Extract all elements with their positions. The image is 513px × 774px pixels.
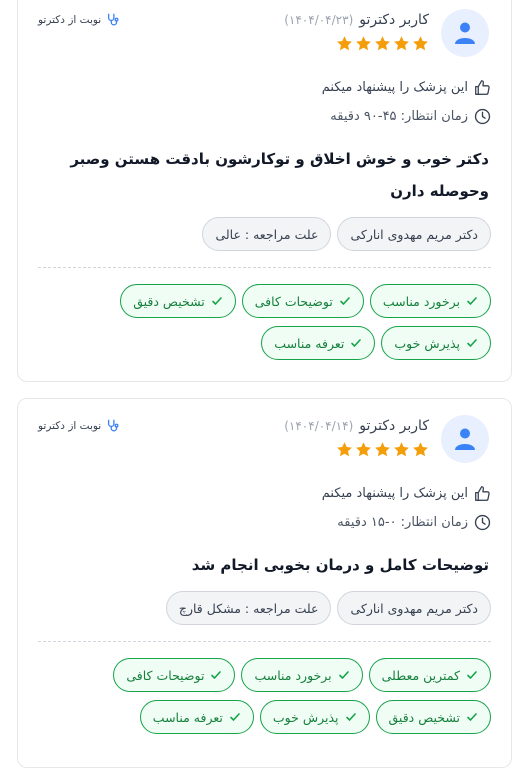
stethoscope-icon [108,419,119,432]
booking-source-label: نوبت از دکترتو [38,14,102,26]
feedback-tag-label: برخورد مناسب [382,293,460,309]
check-icon [338,671,349,680]
check-icon [467,297,477,306]
thumbs-up-icon [475,485,490,501]
check-icon [230,713,240,722]
feedback-tag: کمترین معطلی [368,658,491,692]
user-icon [455,428,475,450]
doctor-chip: دکتر مریم مهدوی انارکی [337,591,491,625]
feedback-tag-label: کمترین معطلی [381,667,460,683]
wait-time-text: زمان انتظار: ۴۵-۹۰ دقیقه [330,108,468,124]
booking-source: نوبت از دکترتو [38,13,120,27]
visit-reason-chip: علت مراجعه : مشکل قارچ [165,591,332,625]
feedback-tag: توضیحات کافی [113,658,236,692]
recommend-text: این پزشک را پیشنهاد میکنم [321,485,468,501]
feedback-tag-label: تعرفه مناسب [274,335,345,351]
feedback-tag: پذیرش خوب [259,700,370,734]
wait-time-line: زمان انتظار: ۰-۱۵ دقیقه [18,507,491,537]
reviewer-name: کاربر دکترتو [359,12,429,28]
check-icon [467,713,477,722]
wait-time-line: زمان انتظار: ۴۵-۹۰ دقیقه [18,101,491,131]
star-icon [413,442,428,457]
check-icon [467,339,477,348]
clock-icon [474,108,491,124]
feedback-tag-label: تشخیص دقیق [133,293,205,309]
thumbs-up-icon [475,79,490,95]
check-icon [211,671,222,680]
star-icon [394,442,409,457]
feedback-tag: تعرفه مناسب [261,326,376,360]
recommend-line: این پزشک را پیشنهاد میکنم [18,73,491,101]
star-icon [356,36,371,51]
booking-source-label: نوبت از دکترتو [38,420,102,432]
divider [38,267,491,268]
star-icon [337,36,352,51]
stethoscope-icon [108,13,119,26]
rating-stars [336,441,429,458]
feedback-tag-label: تعرفه مناسب [152,709,223,725]
star-icon [394,36,409,51]
feedback-tag: تشخیص دقیق [120,284,236,318]
review-date: (۱۴۰۴/۰۴/۲۳) [284,13,354,27]
visit-reason-chip: علت مراجعه : عالی [202,217,332,251]
check-icon [345,713,356,722]
check-icon [211,297,222,306]
feedback-tag-label: پذیرش خوب [272,709,339,725]
star-icon [413,36,428,51]
avatar [441,9,489,57]
review-comment: توضیحات کامل و درمان بخوبی انجام شد [191,556,489,574]
star-icon [337,442,352,457]
feedback-tag-label: توضیحات کافی [254,293,333,309]
review-comment: دکتر خوب و خوش اخلاق و توکارشون بادقت هس… [70,150,489,200]
review-card: کاربر دکترتو (۱۴۰۴/۰۴/۱۴) نوبت از دکترتو… [17,398,512,768]
feedback-tag: برخورد مناسب [241,658,363,692]
review-card: کاربر دکترتو (۱۴۰۴/۰۴/۲۳) نوبت از دکترتو… [17,0,512,382]
feedback-tag-label: توضیحات کافی [126,667,205,683]
review-date: (۱۴۰۴/۰۴/۱۴) [284,419,354,433]
user-icon [455,22,475,44]
divider [38,641,491,642]
star-icon [356,442,371,457]
feedback-tags: برخورد مناسب توضیحات کافی تشخیص دقیق پذی… [38,284,491,360]
booking-source: نوبت از دکترتو [38,419,120,433]
feedback-tag: تشخیص دقیق [375,700,491,734]
recommend-line: این پزشک را پیشنهاد میکنم [18,479,491,507]
recommend-text: این پزشک را پیشنهاد میکنم [321,79,468,95]
star-icon [375,442,390,457]
rating-stars [336,35,429,52]
feedback-tag: توضیحات کافی [241,284,364,318]
feedback-tag: برخورد مناسب [369,284,491,318]
feedback-tag-label: تشخیص دقیق [388,709,461,725]
avatar [441,415,489,463]
feedback-tags: کمترین معطلی برخورد مناسب توضیحات کافی ت… [38,658,491,734]
feedback-tag-label: پذیرش خوب [394,335,460,351]
check-icon [467,671,477,680]
star-icon [375,36,390,51]
clock-icon [474,514,491,530]
doctor-chip: دکتر مریم مهدوی انارکی [337,217,491,251]
reviewer-name: کاربر دکترتو [359,418,429,434]
check-icon [351,339,362,348]
feedback-tag: تعرفه مناسب [139,700,254,734]
check-icon [340,297,350,306]
feedback-tag: پذیرش خوب [381,326,491,360]
wait-time-text: زمان انتظار: ۰-۱۵ دقیقه [337,514,468,530]
feedback-tag-label: برخورد مناسب [254,667,332,683]
